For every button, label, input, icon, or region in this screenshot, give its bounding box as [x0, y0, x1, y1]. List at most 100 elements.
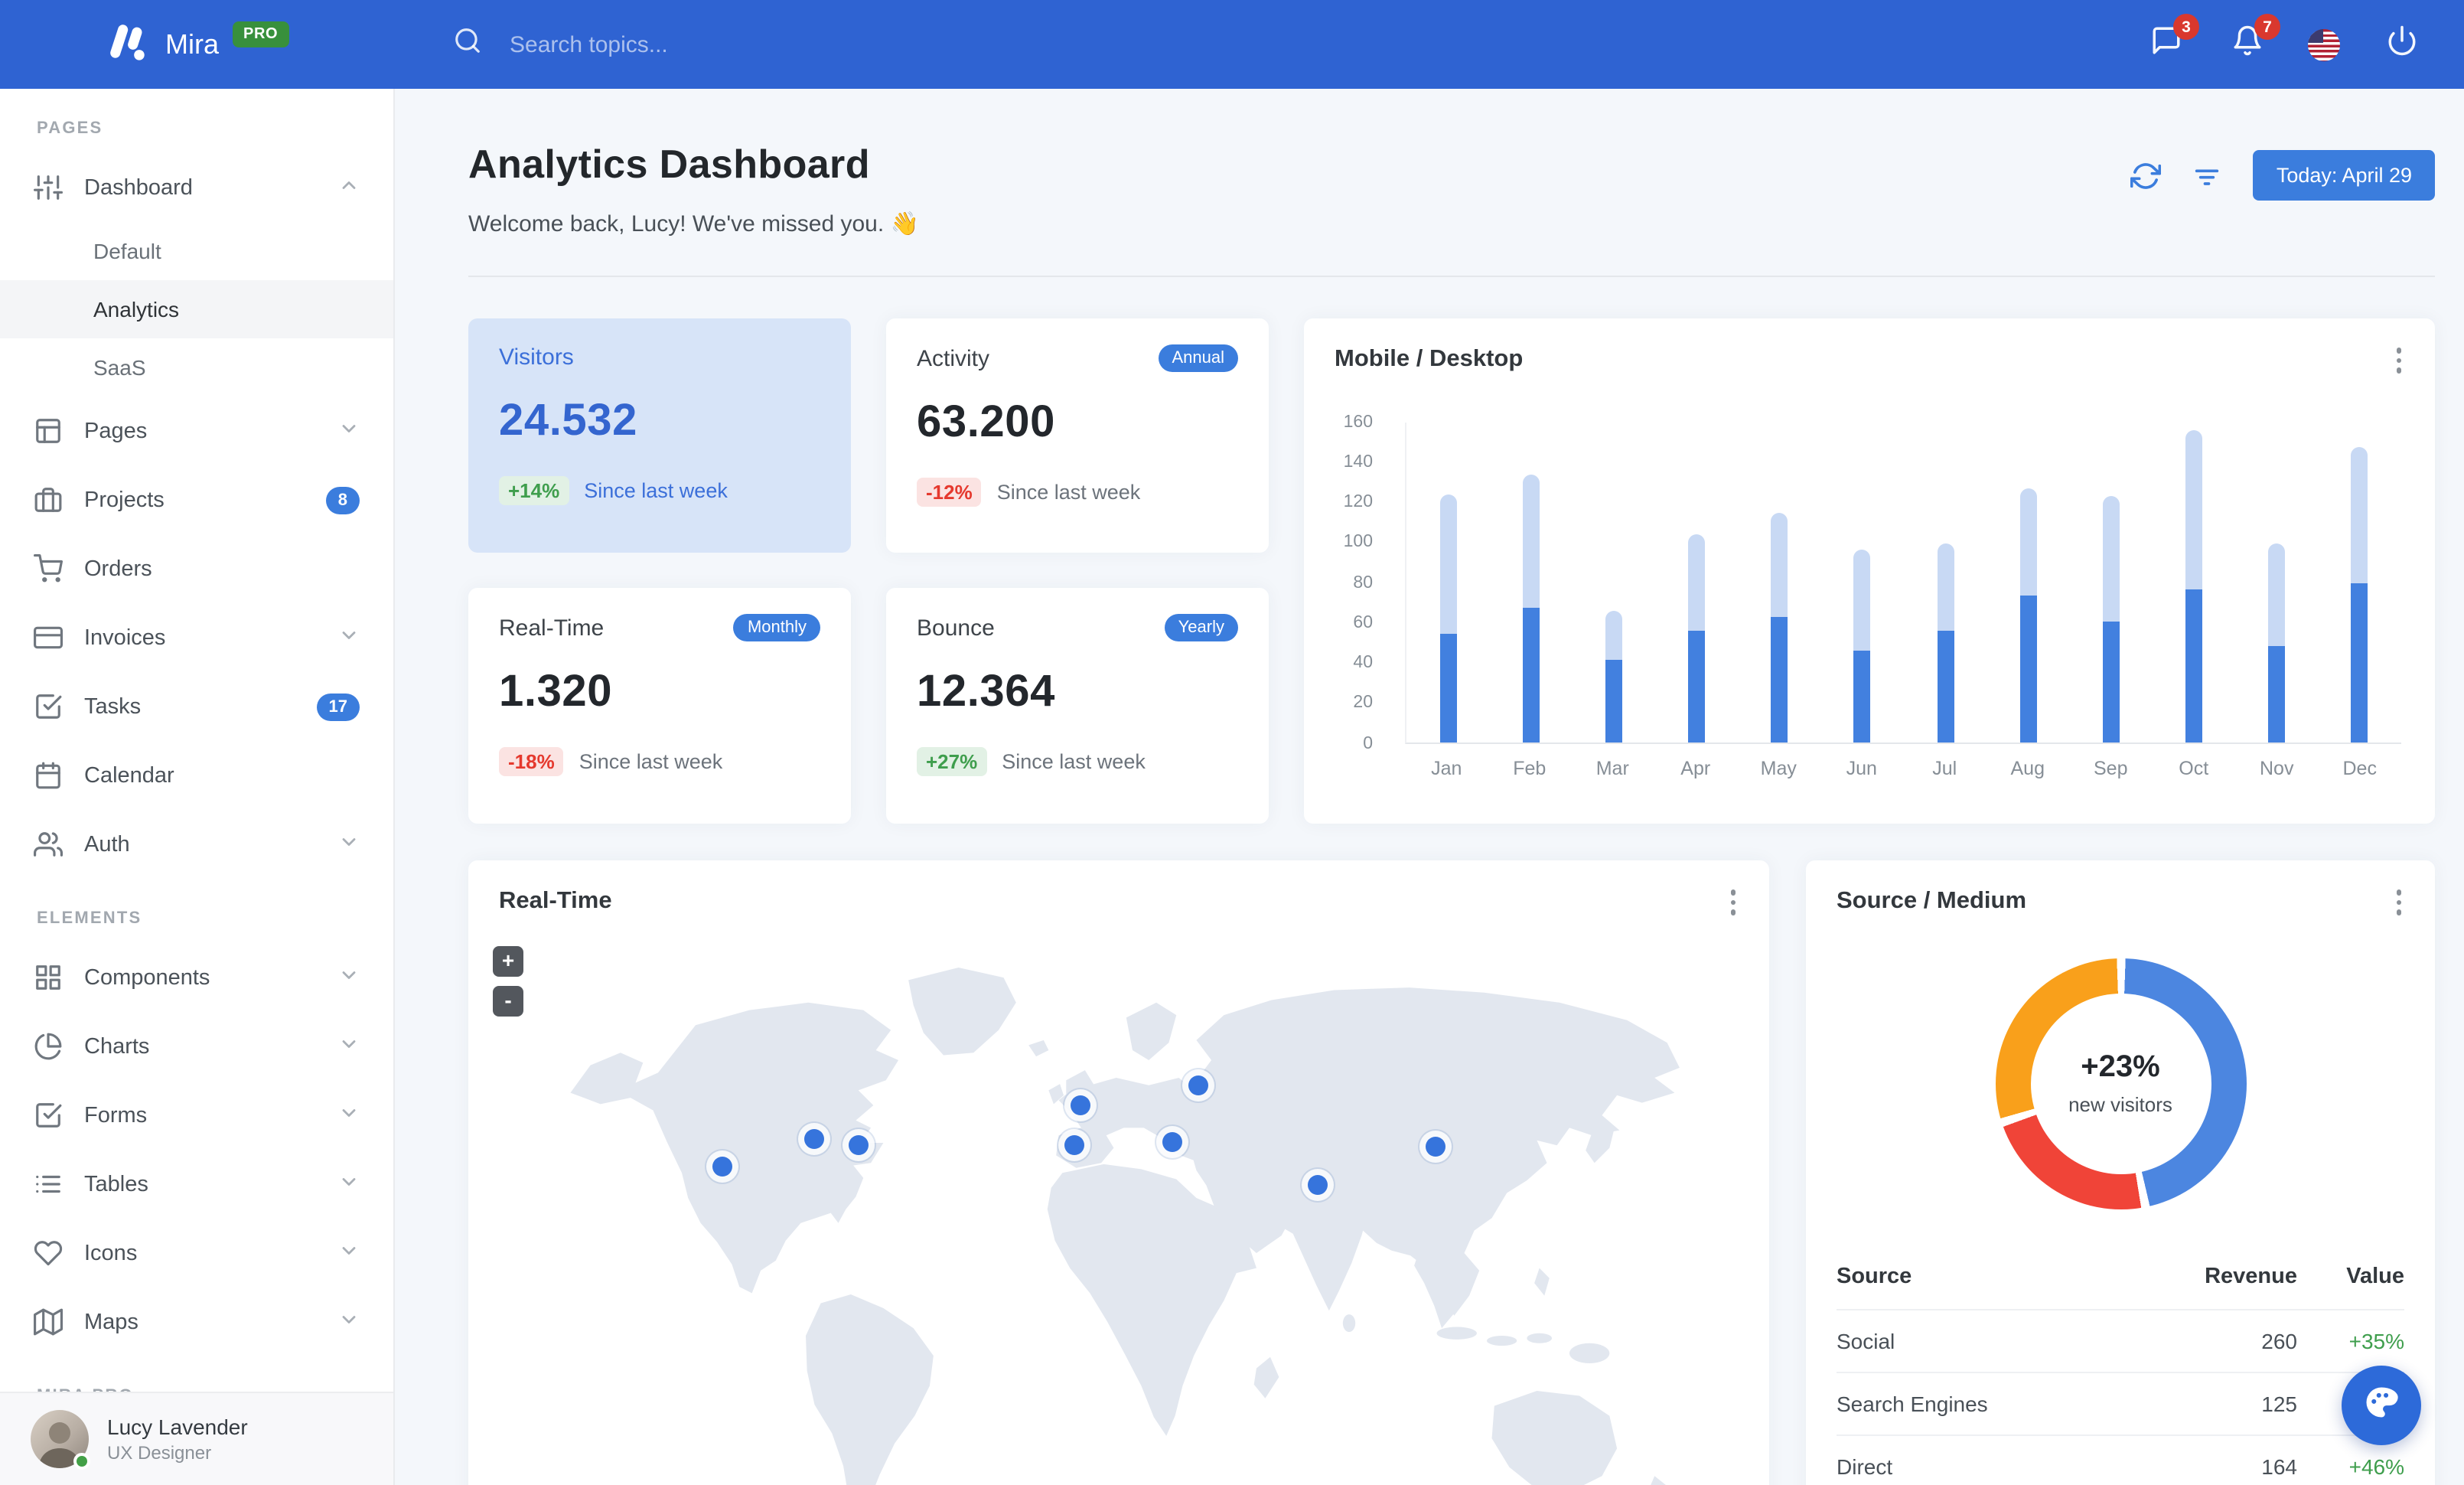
sidebar-section-elements: ELEMENTS — [37, 909, 142, 928]
bar-column-sep — [2070, 496, 2153, 742]
date-range-button[interactable]: Today: April 29 — [2253, 150, 2435, 201]
sidebar-item-label: Forms — [84, 1103, 148, 1128]
map-marker-istanbul[interactable] — [1162, 1132, 1183, 1153]
chevron-up-icon — [338, 174, 360, 201]
x-axis-label: Nov — [2260, 757, 2294, 778]
world-map — [493, 940, 1745, 1485]
navbar-search[interactable] — [453, 26, 2146, 63]
sidebar-item-label: Maps — [84, 1310, 139, 1334]
sidebar-item-charts[interactable]: Charts — [0, 1012, 393, 1081]
realtime-value: 1.320 — [499, 667, 613, 716]
sidebar-item-saas[interactable]: SaaS — [0, 338, 393, 397]
brand[interactable]: Mira PRO — [0, 19, 395, 70]
realtime-map-panel: Real-Time + - — [468, 860, 1769, 1485]
map-marker-new-york[interactable] — [848, 1135, 869, 1156]
sidebar-subitem-label: Default — [93, 239, 161, 263]
sidebar-item-analytics[interactable]: Analytics — [0, 280, 393, 338]
x-axis-label: Jul — [1932, 757, 1957, 778]
delta-chip: -18% — [499, 747, 564, 776]
sidebar-user[interactable]: Lucy Lavender UX Designer — [0, 1392, 393, 1485]
chevron-down-icon — [338, 1102, 360, 1129]
map-marker-delhi[interactable] — [1308, 1174, 1328, 1194]
map-zoom-in-button[interactable]: + — [493, 946, 523, 977]
realtime-card: Real-Time Monthly 1.320 -18% Since last … — [468, 588, 851, 824]
cell-revenue: 125 — [2261, 1391, 2297, 1415]
sidebar-item-tasks[interactable]: Tasks 17 — [0, 672, 393, 741]
user-name: Lucy Lavender — [107, 1415, 248, 1439]
y-axis-label: 160 — [1343, 413, 1373, 431]
map-marker-chicago[interactable] — [804, 1129, 825, 1150]
kebab-menu-icon[interactable] — [2393, 886, 2404, 918]
delta-chip: -12% — [917, 478, 982, 507]
bar-column-apr — [1655, 534, 1738, 742]
table-row: Direct 164 +46% — [1837, 1434, 2404, 1485]
list-icon — [34, 1170, 63, 1199]
x-axis-label: May — [1760, 757, 1797, 778]
sidebar-item-orders[interactable]: Orders — [0, 534, 393, 603]
sidebar-item-label: Dashboard — [84, 175, 193, 200]
main-content: Analytics Dashboard Welcome back, Lucy! … — [395, 89, 2464, 1485]
bounce-value: 12.364 — [917, 667, 1055, 716]
user-role: UX Designer — [107, 1442, 212, 1464]
logout-button[interactable] — [2381, 24, 2421, 64]
chevron-down-icon — [338, 831, 360, 858]
app: Mira PRO 3 — [0, 0, 2464, 1485]
source-medium-panel: Source / Medium +23% new visitors Source… — [1806, 860, 2435, 1485]
language-flag-button[interactable] — [2308, 28, 2340, 60]
sidebar-item-tables[interactable]: Tables — [0, 1150, 393, 1219]
map-zoom-out-button[interactable]: - — [493, 986, 523, 1017]
sidebar-item-default[interactable]: Default — [0, 222, 393, 280]
y-axis-label: 120 — [1343, 493, 1373, 511]
sidebar-section-mira-pro: MIRA PRO — [0, 1356, 393, 1392]
x-axis-label: Mar — [1595, 757, 1629, 778]
notifications-button[interactable]: 7 — [2227, 14, 2280, 64]
sidebar-item-components[interactable]: Components — [0, 943, 393, 1012]
sidebar-item-auth[interactable]: Auth — [0, 810, 393, 879]
sidebar-item-calendar[interactable]: Calendar — [0, 741, 393, 810]
sidebar-item-label: Pages — [84, 419, 148, 443]
chevron-down-icon — [338, 417, 360, 445]
map-marker-california[interactable] — [712, 1157, 732, 1177]
map-marker-beijing[interactable] — [1425, 1137, 1445, 1157]
refresh-icon[interactable] — [2130, 160, 2162, 191]
sidebar-item-icons[interactable]: Icons — [0, 1219, 393, 1288]
x-axis-label: Jun — [1846, 757, 1877, 778]
table-row: Search Engines125-12% — [1837, 1371, 2404, 1434]
bar-column-aug — [1987, 488, 2069, 742]
sidebar: PAGES Dashboard Default Analytics SaaS P… — [0, 89, 395, 1485]
chevron-down-icon — [338, 964, 360, 991]
sidebar-item-dashboard[interactable]: Dashboard — [0, 153, 393, 222]
theme-settings-fab[interactable] — [2342, 1366, 2421, 1445]
sidebar-item-pages[interactable]: Pages — [0, 397, 393, 465]
col-source: Source — [1837, 1265, 1912, 1289]
map-icon — [34, 1307, 63, 1336]
table-header: Source Revenue Value — [1837, 1245, 2404, 1308]
sidebar-item-forms[interactable]: Forms — [0, 1081, 393, 1150]
bar-column-mar — [1573, 611, 1655, 742]
period-badge: Annual — [1158, 344, 1238, 372]
x-axis-label: Jan — [1431, 757, 1462, 778]
sidebar-item-label: Projects — [84, 488, 165, 512]
map-marker-moscow[interactable] — [1188, 1075, 1208, 1096]
messages-button[interactable]: 3 — [2146, 14, 2199, 64]
sidebar-item-maps[interactable]: Maps — [0, 1288, 393, 1356]
search-input[interactable] — [507, 30, 1027, 59]
sidebar-item-projects[interactable]: Projects 8 — [0, 465, 393, 534]
tasks-count-badge: 17 — [316, 693, 360, 720]
sidebar-subitem-label: Analytics — [93, 297, 180, 321]
bar-column-jun — [1821, 549, 1904, 742]
col-value: Value — [2346, 1265, 2404, 1289]
check-square-icon — [34, 692, 63, 721]
users-icon — [34, 830, 63, 859]
map-marker-madrid[interactable] — [1064, 1135, 1084, 1156]
source-table-body: Social260+35%Search Engines125-12%Direct… — [1837, 1308, 2404, 1485]
kebab-menu-icon[interactable] — [2393, 344, 2404, 376]
sidebar-item-invoices[interactable]: Invoices — [0, 603, 393, 672]
map-marker-london[interactable] — [1071, 1095, 1091, 1115]
bar-column-nov — [2235, 543, 2318, 742]
cell-source: Direct — [1837, 1454, 1893, 1478]
sliders-icon — [34, 173, 63, 202]
x-axis-label: Oct — [2179, 757, 2209, 778]
filter-icon[interactable] — [2192, 160, 2223, 191]
kebab-menu-icon[interactable] — [1727, 886, 1739, 918]
